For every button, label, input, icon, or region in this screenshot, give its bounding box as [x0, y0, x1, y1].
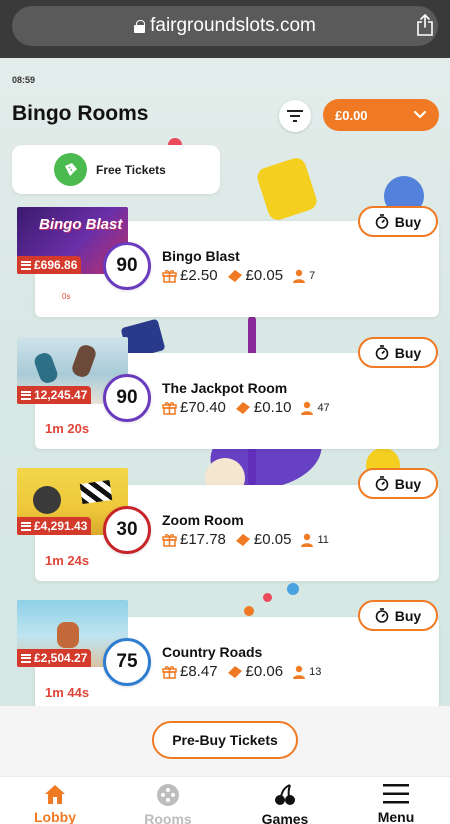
ticket-price-icon — [227, 665, 242, 678]
players-count: 7 — [309, 269, 316, 282]
buy-label: Buy — [394, 475, 422, 492]
nav-item-menu[interactable]: Menu — [341, 777, 450, 824]
stopwatch-icon — [375, 608, 389, 623]
coins-icon — [21, 653, 31, 663]
person-icon — [301, 401, 314, 415]
house-icon — [45, 785, 65, 804]
lock-icon — [134, 19, 146, 33]
filter-icon — [287, 110, 303, 122]
room-stats: £2.50 £0.05 7 — [162, 267, 324, 284]
room-name: Country Roads — [162, 644, 263, 660]
room-name: Bingo Blast — [162, 248, 240, 264]
nav-item-lobby[interactable]: Lobby — [0, 777, 110, 824]
gift-icon — [162, 534, 177, 547]
bottom-nav: Lobby Rooms Games Menu — [0, 776, 450, 824]
buy-button[interactable]: Buy — [358, 468, 438, 499]
page-title: Bingo Rooms — [12, 102, 149, 125]
coins-icon — [21, 390, 31, 400]
gift-icon — [162, 270, 177, 283]
jackpot-badge: £2,504.27 — [17, 649, 92, 667]
address-bar[interactable]: fairgroundslots.com — [12, 6, 438, 46]
jackpot-value: £2,504.27 — [34, 651, 88, 665]
ticket-price-icon — [235, 533, 250, 546]
jackpot-badge: £4,291.43 — [17, 517, 92, 535]
stopwatch-icon — [375, 476, 389, 491]
browser-bar: fairgroundslots.com — [0, 0, 450, 58]
countdown-timer: 1m 24s — [45, 553, 90, 568]
bingo-ball-90: 90 — [103, 374, 151, 422]
url-text: fairgroundslots.com — [150, 15, 316, 36]
person-icon — [301, 533, 314, 547]
nav-label: Lobby — [34, 809, 76, 824]
buy-button[interactable]: Buy — [358, 206, 438, 237]
balance-dropdown[interactable]: £0.00 — [323, 99, 439, 131]
nav-label: Rooms — [144, 811, 192, 824]
stopwatch-icon — [375, 345, 389, 360]
jackpot-badge: £696.86 — [17, 256, 82, 274]
pre-buy-tickets-button[interactable]: Pre-Buy Tickets — [152, 721, 298, 759]
ticket-price-value: £0.05 — [245, 267, 284, 284]
ticket-icon — [54, 153, 87, 186]
players-count: 47 — [317, 401, 330, 414]
gift-icon — [162, 402, 177, 415]
buy-button[interactable]: Buy — [358, 600, 438, 631]
jackpot-value: £696.86 — [34, 258, 78, 272]
room-name: The Jackpot Room — [162, 380, 288, 396]
room-stats: £8.47 £0.06 13 — [162, 663, 330, 680]
balance-value: £0.00 — [335, 107, 368, 123]
filter-button[interactable] — [279, 100, 311, 132]
bingo-ball-30: 30 — [103, 506, 151, 554]
status-time: 08:59 — [12, 75, 36, 85]
cherries-icon — [275, 784, 295, 805]
ticket-price-value: £0.10 — [253, 399, 292, 416]
countdown-timer: 0s — [62, 292, 71, 301]
room-name: Zoom Room — [162, 512, 244, 528]
nav-item-rooms[interactable]: Rooms — [113, 777, 223, 824]
nav-label: Games — [261, 811, 309, 824]
thumb-title: Bingo Blast — [39, 216, 123, 233]
hamburger-icon — [383, 784, 409, 804]
room-stats: £17.78 £0.05 11 — [162, 531, 338, 548]
ticket-price-value: £0.06 — [245, 663, 284, 680]
person-icon — [293, 665, 306, 679]
ticket-price-icon — [235, 401, 250, 414]
coins-icon — [21, 260, 31, 270]
bingo-ball-75: 75 — [103, 638, 151, 686]
players-count: 11 — [317, 533, 329, 546]
countdown-timer: 1m 20s — [45, 421, 90, 436]
jackpot-badge: 12,245.47 — [17, 386, 92, 404]
room-stats: £70.40 £0.10 47 — [162, 399, 339, 416]
share-icon[interactable] — [416, 14, 434, 36]
countdown-timer: 1m 44s — [45, 685, 90, 700]
buy-label: Buy — [394, 213, 422, 230]
nav-label: Menu — [377, 809, 415, 824]
gift-icon — [162, 666, 177, 679]
coins-icon — [21, 521, 31, 531]
players-count: 13 — [309, 665, 322, 678]
free-tickets-label: Free Tickets — [96, 162, 166, 177]
ticket-price-icon — [227, 269, 242, 282]
prize-value: £17.78 — [180, 531, 226, 548]
bingo-ball-90: 90 — [103, 242, 151, 290]
free-tickets-button[interactable]: Free Tickets — [12, 145, 220, 194]
person-icon — [293, 269, 306, 283]
jackpot-value: 12,245.47 — [34, 388, 88, 402]
prize-value: £70.40 — [180, 399, 226, 416]
jackpot-value: £4,291.43 — [34, 519, 88, 533]
prize-value: £2.50 — [180, 267, 218, 284]
buy-button[interactable]: Buy — [358, 337, 438, 368]
prize-value: £8.47 — [180, 663, 218, 680]
buy-label: Buy — [394, 344, 422, 361]
stopwatch-icon — [375, 214, 389, 229]
ticket-price-value: £0.05 — [253, 531, 292, 548]
nav-item-games[interactable]: Games — [230, 777, 340, 824]
buy-label: Buy — [394, 607, 422, 624]
bingo-ball-icon — [157, 784, 179, 806]
chevron-down-icon — [413, 110, 427, 119]
